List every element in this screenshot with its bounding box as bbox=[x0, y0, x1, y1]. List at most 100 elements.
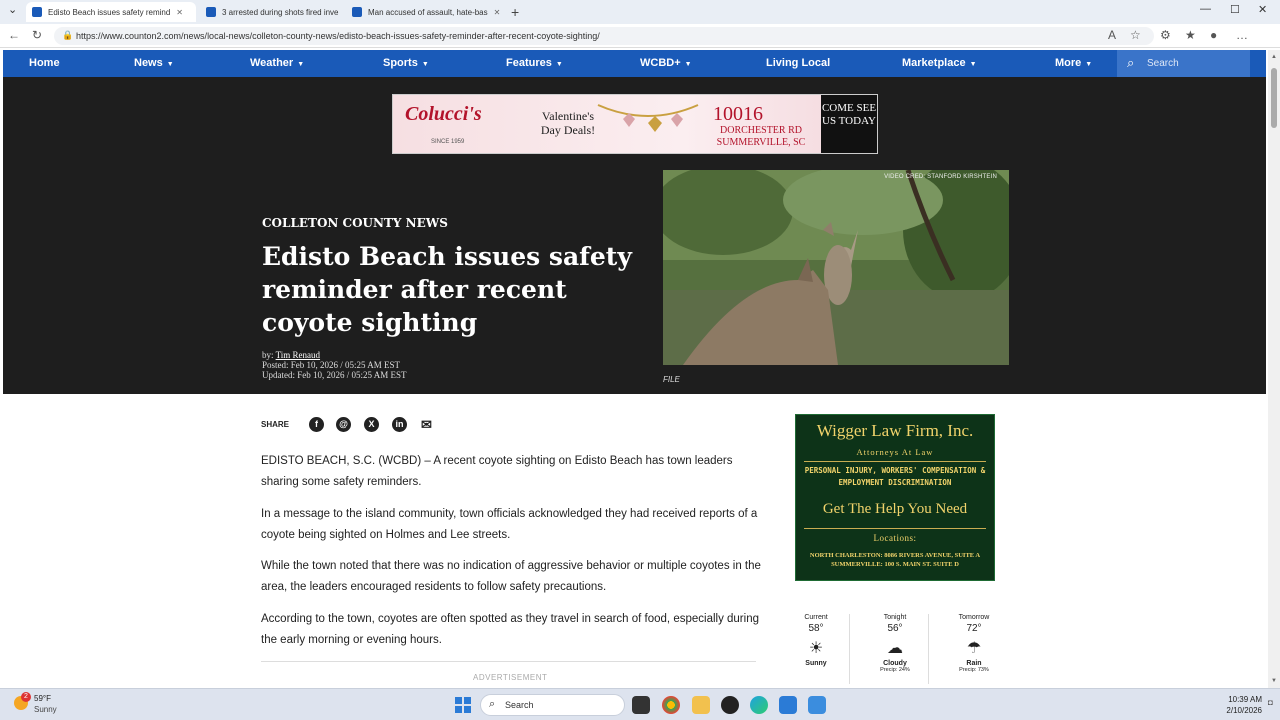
article-photo[interactable]: VIDEO CRED: STANFORD KIRSHTEIN bbox=[663, 170, 1009, 365]
weather-current[interactable]: Current 58° ☀ Sunny bbox=[776, 614, 856, 667]
favorites-icon[interactable]: ★ bbox=[1185, 28, 1196, 42]
new-tab-plus-icon[interactable]: + bbox=[511, 4, 519, 20]
site-favicon-icon bbox=[206, 7, 216, 17]
minimize-icon[interactable]: — bbox=[1200, 3, 1211, 15]
extensions-icon[interactable]: ⚙ bbox=[1160, 28, 1171, 42]
url-field[interactable]: 🔒 https://www.counton2.com/news/local-ne… bbox=[54, 27, 1154, 45]
close-tab-icon[interactable]: ✕ bbox=[494, 8, 501, 17]
edge-icon[interactable] bbox=[750, 696, 768, 714]
refresh-icon[interactable]: ↻ bbox=[32, 28, 42, 42]
chevron-down-icon: ▼ bbox=[1085, 61, 1093, 68]
linkedin-icon[interactable]: in bbox=[392, 417, 407, 432]
more-menu-icon[interactable]: … bbox=[1236, 28, 1248, 42]
chrome-icon[interactable] bbox=[662, 696, 680, 714]
maximize-icon[interactable]: ☐ bbox=[1230, 3, 1240, 16]
divider bbox=[804, 528, 986, 529]
chevron-down-icon: ▼ bbox=[555, 61, 563, 68]
nav-more[interactable]: More ▼ bbox=[1055, 57, 1092, 69]
divider bbox=[849, 614, 850, 684]
nav-wcbd-plus[interactable]: WCBD+ ▼ bbox=[640, 57, 692, 69]
site-navigation: Home News ▼ Weather ▼ Sports ▼ Features ▼ WC… bbox=[3, 50, 1266, 77]
read-aloud-icon[interactable]: A bbox=[1108, 28, 1116, 42]
posted-date: Posted: Feb 10, 2026 / 05:25 AM EST bbox=[262, 360, 401, 370]
tab-menu-chevron-icon[interactable]: ⌄ bbox=[8, 3, 17, 16]
x-twitter-icon[interactable]: X bbox=[364, 417, 379, 432]
scroll-down-icon[interactable]: ▼ bbox=[1271, 678, 1277, 684]
close-tab-icon[interactable]: ✕ bbox=[176, 8, 183, 17]
system-clock[interactable]: 10:39 AM 2/10/2026 bbox=[1222, 694, 1262, 716]
task-view-icon[interactable] bbox=[632, 696, 650, 714]
byline: by: Tim Renaud Posted: Feb 10, 2026 / 05… bbox=[262, 350, 407, 380]
chevron-down-icon: ▼ bbox=[166, 61, 174, 68]
email-icon[interactable]: ✉ bbox=[419, 417, 434, 432]
coyote-photo-image bbox=[663, 170, 1009, 365]
jewelry-bracelet-image bbox=[597, 104, 699, 132]
weather-tomorrow[interactable]: Tomorrow 72° ☂ Rain Precip: 73% bbox=[934, 614, 1014, 673]
search-icon: ⌕ bbox=[1127, 55, 1135, 70]
scroll-up-icon[interactable]: ▲ bbox=[1271, 54, 1277, 60]
chevron-down-icon: ▼ bbox=[684, 61, 692, 68]
nav-features[interactable]: Features ▼ bbox=[506, 57, 563, 69]
browser-tab-bar: ⌄ Edisto Beach issues safety remind ✕ 3 … bbox=[0, 0, 1280, 24]
windows-start-icon[interactable] bbox=[455, 697, 471, 713]
weather-tonight[interactable]: Tonight 56° ☁ Cloudy Precip: 24% bbox=[855, 614, 935, 673]
divider bbox=[804, 461, 986, 462]
favorite-star-icon[interactable]: ☆ bbox=[1130, 28, 1141, 42]
site-search-input[interactable]: ⌕ Search bbox=[1117, 50, 1250, 77]
photo-caption: FILE bbox=[663, 375, 680, 384]
profile-avatar-icon[interactable]: ● bbox=[1210, 28, 1217, 42]
taskbar-search-input[interactable]: ⌕ Search bbox=[480, 694, 625, 716]
file-explorer-icon[interactable] bbox=[692, 696, 710, 714]
chevron-down-icon: ▼ bbox=[297, 61, 305, 68]
author-link[interactable]: Tim Renaud bbox=[276, 350, 320, 360]
browser-tab-1[interactable]: Edisto Beach issues safety remind ✕ bbox=[26, 2, 196, 22]
article-paragraph: According to the town, coyotes are often… bbox=[261, 613, 759, 646]
rain-icon: ☂ bbox=[966, 640, 982, 657]
page-scrollbar[interactable]: ▲ ▼ bbox=[1268, 50, 1280, 688]
app-icon[interactable] bbox=[721, 696, 739, 714]
taskbar-condition[interactable]: Sunny bbox=[34, 705, 57, 714]
banner-advertisement[interactable]: Colucci's SINCE 1959 Valentine's Day Dea… bbox=[392, 94, 878, 154]
divider bbox=[261, 661, 756, 662]
share-label: SHARE bbox=[261, 420, 290, 429]
threads-icon[interactable]: @ bbox=[336, 417, 351, 432]
nav-news[interactable]: News ▼ bbox=[134, 57, 174, 69]
article-paragraph: EDISTO BEACH, S.C. (WCBD) – A recent coy… bbox=[261, 455, 733, 488]
sun-icon: ☀ bbox=[808, 640, 824, 657]
teams-icon[interactable] bbox=[808, 696, 826, 714]
article-hero: Colucci's SINCE 1959 Valentine's Day Dea… bbox=[3, 77, 1266, 394]
article-paragraph: In a message to the island community, to… bbox=[261, 508, 758, 541]
notepad-icon[interactable] bbox=[779, 696, 797, 714]
nav-weather[interactable]: Weather ▼ bbox=[250, 57, 304, 69]
advertisement-label: ADVERTISEMENT bbox=[473, 673, 548, 682]
article-paragraph: While the town noted that there was no i… bbox=[261, 560, 761, 593]
taskbar: 2 59°F Sunny ⌕ Search 10:39 AM 2/10/2026… bbox=[0, 688, 1280, 720]
browser-tab-2[interactable]: 3 arrested during shots fired inve ✕ bbox=[200, 2, 342, 22]
nav-living-local[interactable]: Living Local bbox=[766, 57, 830, 69]
divider bbox=[928, 614, 929, 684]
notification-badge: 2 bbox=[21, 692, 31, 702]
site-favicon-icon bbox=[352, 7, 362, 17]
back-arrow-icon[interactable]: ← bbox=[8, 28, 20, 42]
nav-sports[interactable]: Sports ▼ bbox=[383, 57, 429, 69]
chevron-down-icon: ▼ bbox=[969, 61, 977, 68]
nav-home[interactable]: Home bbox=[29, 57, 60, 69]
address-bar: ← ↻ 🔒 https://www.counton2.com/news/loca… bbox=[0, 24, 1280, 48]
search-icon: ⌕ bbox=[489, 698, 496, 710]
taskbar-temp[interactable]: 59°F bbox=[34, 694, 51, 703]
updated-date: Updated: Feb 10, 2026 / 05:25 AM EST bbox=[262, 370, 407, 380]
cloud-icon: ☁ bbox=[887, 640, 903, 657]
article-headline: Edisto Beach issues safety reminder afte… bbox=[262, 242, 632, 337]
close-window-icon[interactable]: ✕ bbox=[1258, 3, 1267, 16]
come-see-us-badge: COME SEE US TODAY bbox=[821, 95, 877, 153]
nav-marketplace[interactable]: Marketplace ▼ bbox=[902, 57, 977, 69]
lock-icon: 🔒 bbox=[62, 30, 74, 40]
site-favicon-icon bbox=[32, 7, 42, 17]
chevron-down-icon: ▼ bbox=[421, 61, 429, 68]
section-label[interactable]: COLLETON COUNTY NEWS bbox=[262, 216, 448, 230]
law-firm-advertisement[interactable]: Wigger Law Firm, Inc. Attorneys At Law P… bbox=[795, 414, 995, 581]
browser-tab-3[interactable]: Man accused of assault, hate-bas ✕ bbox=[346, 2, 506, 22]
notification-bell-icon[interactable]: ◘ bbox=[1268, 698, 1273, 707]
facebook-icon[interactable]: f bbox=[309, 417, 324, 432]
scrollbar-thumb[interactable] bbox=[1271, 68, 1277, 128]
